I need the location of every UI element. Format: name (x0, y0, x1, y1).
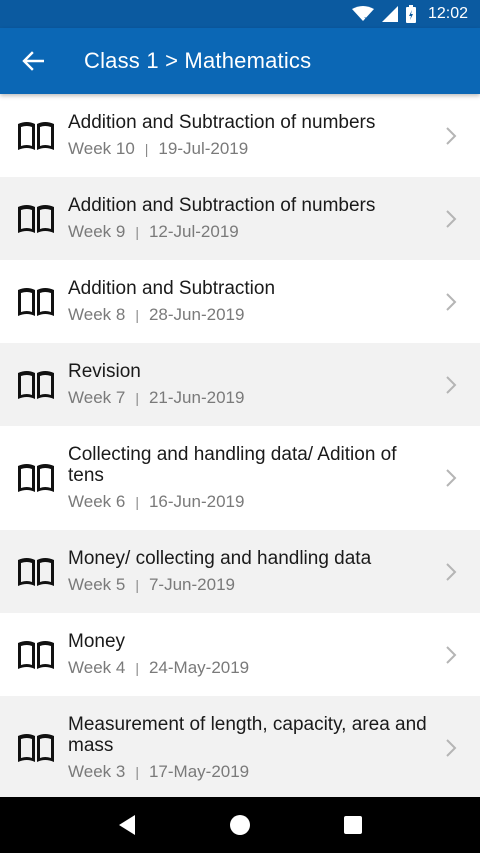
lesson-date: 12-Jul-2019 (148, 222, 239, 241)
lesson-date: 24-May-2019 (148, 658, 250, 677)
lesson-date: 17-May-2019 (148, 762, 250, 781)
recents-square-icon (344, 816, 363, 834)
meta-separator: | (135, 390, 139, 406)
list-item[interactable]: Addition and Subtraction Week 8 | 28-Jun… (0, 260, 480, 343)
lesson-title: Measurement of length, capacity, area an… (68, 714, 427, 756)
meta-separator: | (135, 660, 139, 676)
app-bar: Class 1 > Mathematics (0, 28, 480, 94)
book-icon (16, 203, 56, 235)
list-item[interactable]: Collecting and handling data/ Adition of… (0, 426, 480, 530)
meta-separator: | (135, 764, 139, 780)
lesson-title: Collecting and handling data/ Adition of… (68, 444, 397, 486)
book-icon (16, 120, 56, 152)
wifi-icon: x (351, 6, 374, 22)
meta-separator: | (135, 577, 139, 593)
list-item[interactable]: Addition and Subtraction of numbers Week… (0, 177, 480, 260)
list-item[interactable]: Revision Week 7 | 21-Jun-2019 (0, 343, 480, 426)
chevron-right-icon (442, 645, 460, 665)
lesson-title: Money (68, 631, 126, 652)
lesson-date: 7-Jun-2019 (148, 575, 235, 594)
book-icon (16, 556, 56, 588)
lesson-week: Week 5 (68, 575, 126, 594)
lesson-date: 16-Jun-2019 (148, 492, 245, 511)
nav-back-button[interactable] (107, 805, 147, 845)
lesson-week: Week 10 (68, 139, 135, 158)
meta-separator: | (135, 494, 139, 510)
book-icon (16, 286, 56, 318)
chevron-right-icon (442, 292, 460, 312)
lesson-week: Week 6 (68, 492, 126, 511)
meta-separator: | (135, 224, 139, 240)
home-circle-icon (229, 815, 250, 835)
list-item[interactable]: Money/ collecting and handling data Week… (0, 530, 480, 613)
lesson-title: Addition and Subtraction of numbers (68, 112, 376, 133)
meta-separator: | (144, 141, 149, 157)
book-icon (16, 732, 56, 764)
chevron-right-icon (442, 468, 460, 488)
nav-recents-button[interactable] (333, 805, 373, 845)
chevron-right-icon (442, 738, 460, 758)
arrow-left-icon (22, 51, 44, 71)
book-icon (16, 639, 56, 671)
signal-icon (381, 6, 398, 22)
meta-separator: | (135, 307, 139, 323)
list-item[interactable]: Money Week 4 | 24-May-2019 (0, 613, 480, 696)
lesson-week: Week 7 (68, 388, 126, 407)
lesson-week: Week 9 (68, 222, 126, 241)
list-item[interactable]: Addition and Subtraction of numbers Week… (0, 94, 480, 177)
lesson-list: Addition and Subtraction of numbers Week… (0, 94, 480, 797)
battery-icon (405, 5, 416, 23)
lesson-title: Addition and Subtraction (68, 278, 276, 299)
lesson-date: 28-Jun-2019 (148, 305, 245, 324)
status-clock: 12:02 (427, 5, 468, 22)
book-icon (16, 462, 56, 494)
chevron-right-icon (442, 562, 460, 582)
system-nav-bar (0, 797, 480, 853)
lesson-title: Addition and Subtraction of numbers (68, 195, 376, 216)
lesson-week: Week 3 (68, 762, 126, 781)
back-triangle-icon (118, 815, 135, 835)
back-button[interactable] (0, 28, 66, 94)
chevron-right-icon (442, 126, 460, 146)
lesson-title: Revision (68, 361, 141, 382)
chevron-right-icon (442, 375, 460, 395)
status-bar: x 12:02 (0, 0, 480, 28)
chevron-right-icon (442, 209, 460, 229)
list-item[interactable]: Measurement of length, capacity, area an… (0, 696, 480, 797)
page-title: Class 1 > Mathematics (84, 48, 312, 73)
lesson-week: Week 4 (68, 658, 126, 677)
lesson-date: 21-Jun-2019 (148, 388, 245, 407)
lesson-title: Money/ collecting and handling data (68, 548, 372, 569)
nav-home-button[interactable] (220, 805, 260, 845)
lesson-date: 19-Jul-2019 (158, 139, 249, 158)
svg-text:x: x (364, 15, 368, 22)
lesson-week: Week 8 (68, 305, 126, 324)
book-icon (16, 369, 56, 401)
